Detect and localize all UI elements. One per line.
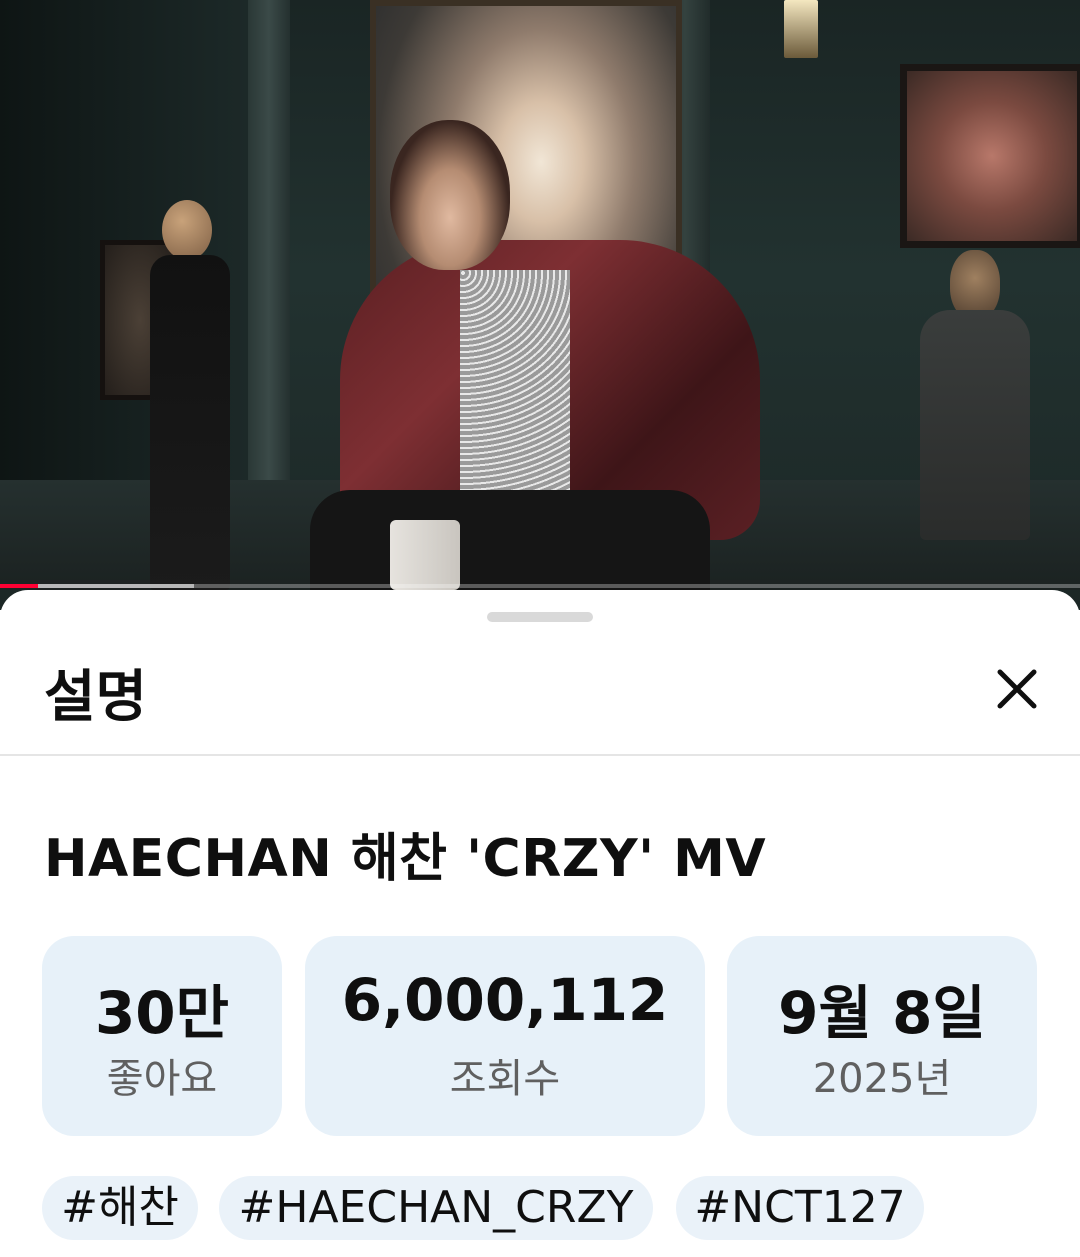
video-frame-painting: [900, 64, 1080, 248]
likes-count: 30만: [94, 979, 230, 1047]
hashtag-haechan-crzy[interactable]: #HAECHAN_CRZY: [219, 1176, 653, 1240]
views-stat: 6,000,112 조회수: [305, 936, 705, 1136]
video-player[interactable]: [0, 0, 1080, 610]
video-progress-bar[interactable]: [0, 584, 1080, 588]
video-title: HAECHAN 해찬 'CRZY' MV: [44, 829, 767, 889]
close-icon: [997, 669, 1037, 709]
video-frame-lamp: [784, 0, 818, 58]
sheet-title: 설명: [44, 665, 148, 730]
close-button[interactable]: [990, 662, 1046, 718]
likes-stat: 30만 좋아요: [42, 936, 282, 1136]
video-frame-pillar: [248, 0, 290, 560]
hashtag-nct127[interactable]: #NCT127: [676, 1176, 924, 1240]
drag-handle[interactable]: [487, 612, 593, 622]
date-stat: 9월 8일 2025년: [727, 936, 1037, 1136]
upload-date: 9월 8일: [778, 979, 986, 1047]
views-count: 6,000,112: [341, 966, 669, 1034]
upload-year: 2025년: [812, 1056, 952, 1102]
video-frame-person: [150, 200, 240, 590]
video-frame-main-person: [310, 120, 780, 590]
divider: [0, 754, 1080, 756]
description-sheet: 설명 HAECHAN 해찬 'CRZY' MV 30만 좋아요 6,000,11…: [0, 590, 1080, 1257]
hashtag-haechan[interactable]: #해찬: [42, 1176, 198, 1240]
video-progress-fill: [0, 584, 38, 588]
likes-label: 좋아요: [106, 1056, 218, 1102]
views-label: 조회수: [449, 1056, 561, 1102]
video-frame-person: [920, 250, 1030, 540]
